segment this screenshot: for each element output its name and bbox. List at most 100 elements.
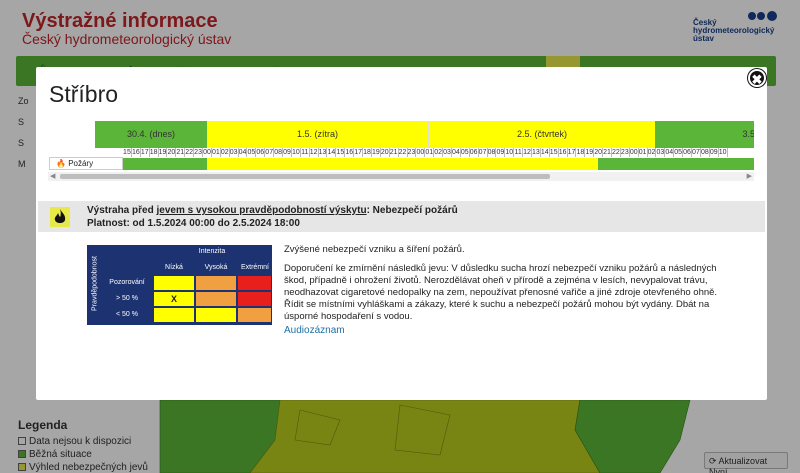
warning-title: Výstraha před jevem s vysokou pravděpodo… [87, 205, 458, 216]
hour-label: 09 [709, 148, 719, 157]
warning-validity: Platnost: od 1.5.2024 00:00 do 2.5.2024 … [87, 218, 300, 229]
hour-label: 08 [700, 148, 710, 157]
hour-label: 10 [291, 148, 301, 157]
scrollbar-thumb[interactable] [60, 174, 550, 179]
warning-type-link[interactable]: jevem s vysokou pravděpodobností výskytu [156, 205, 366, 216]
hour-label: 22 [185, 148, 195, 157]
matrix-mark: X [153, 291, 195, 307]
modal-title: Stříbro [49, 81, 119, 107]
hour-label: 10 [505, 148, 515, 157]
hour-label: 12 [309, 148, 319, 157]
hour-label: 01 [211, 148, 221, 157]
hour-label: 21 [176, 148, 186, 157]
fire-icon: 🔥 [56, 159, 69, 168]
hour-label: 12 [523, 148, 532, 157]
hour-label: 03 [443, 148, 452, 157]
hour-label: 06 [469, 148, 479, 157]
hour-label: 16 [345, 148, 355, 157]
matrix-row-label: < 50 % [116, 311, 138, 318]
hour-label: 17 [567, 148, 577, 157]
scroll-left-icon[interactable]: ◀ [50, 172, 55, 180]
hour-label: 09 [496, 148, 506, 157]
matrix-row-label: Pozorování [109, 279, 145, 286]
hour-label: 20 [594, 148, 604, 157]
hour-label: 17 [354, 148, 364, 157]
day-header: 30.4. (dnes) [95, 121, 207, 148]
hour-label: 05 [247, 148, 257, 157]
fire-icon [50, 207, 70, 227]
hour-label: 03 [656, 148, 666, 157]
warning-description: Zvýšené nebezpečí vzniku a šíření požárů… [284, 244, 724, 330]
matrix-vertical-label: Pravděpodobnost [91, 256, 99, 311]
hour-label: 02 [220, 148, 230, 157]
hour-label: 18 [149, 148, 159, 157]
hour-label: 19 [585, 148, 595, 157]
hour-label: 15 [336, 148, 346, 157]
hour-label: 18 [363, 148, 372, 157]
hour-label: 19 [371, 148, 381, 157]
hour-label: 20 [380, 148, 390, 157]
hour-label: 23 [620, 148, 630, 157]
scroll-right-icon[interactable]: ▶ [747, 172, 752, 180]
hour-label: 00 [203, 148, 212, 157]
hour-label: 09 [283, 148, 292, 157]
hour-label: 13 [532, 148, 541, 157]
timeline-days: 30.4. (dnes) 1.5. (zítra) 2.5. (čtvrtek)… [48, 121, 754, 148]
bar-warning [207, 158, 598, 170]
fire-row-bars [123, 158, 754, 170]
hour-label: 23 [194, 148, 204, 157]
hour-label: 15 [123, 148, 132, 157]
hour-label: 08 [487, 148, 497, 157]
hour-label: 17 [140, 148, 150, 157]
hour-label: 21 [389, 148, 399, 157]
hour-label: 08 [274, 148, 284, 157]
hour-label: 00 [629, 148, 639, 157]
hour-label: 22 [612, 148, 621, 157]
matrix-col-label: Extrémní [240, 264, 269, 271]
matrix-header: Intenzita [198, 248, 226, 255]
hour-label: 14 [540, 148, 550, 157]
audio-link[interactable]: Audiozáznam [284, 325, 345, 336]
timeline-scrollbar[interactable]: ◀ ▶ [48, 172, 754, 181]
hour-label: 07 [478, 148, 488, 157]
hour-label: 01 [425, 148, 435, 157]
day-header: 2.5. (čtvrtek) [429, 121, 655, 148]
hour-label: 11 [514, 148, 524, 157]
hour-label: 02 [434, 148, 444, 157]
day-header: 3.5 [655, 121, 754, 148]
hour-label: 03 [229, 148, 239, 157]
hour-label: 04 [665, 148, 675, 157]
bar-normal [598, 158, 754, 170]
timeline-hours: 1516171819202122230001020304050607080910… [123, 148, 728, 157]
hour-label: 19 [158, 148, 168, 157]
hour-label: 22 [398, 148, 408, 157]
hour-label: 13 [318, 148, 328, 157]
description-text: Doporučení ke zmírnění následků jevu: V … [284, 263, 718, 322]
hour-label: 04 [238, 148, 248, 157]
probability-intensity-matrix: Pravděpodobnost Intenzita Nízká Vysoká E… [87, 245, 272, 325]
description-heading: Zvýšené nebezpečí vzniku a šíření požárů… [284, 244, 465, 255]
hour-label: 11 [301, 148, 310, 157]
matrix-col-label: Vysoká [204, 264, 228, 271]
day-header: 1.5. (zítra) [207, 121, 429, 148]
hour-label: 01 [638, 148, 648, 157]
warning-summary: Výstraha před jevem s vysokou pravděpodo… [38, 201, 765, 232]
hour-label: 10 [718, 148, 728, 157]
hour-label: 05 [674, 148, 684, 157]
hour-label: 06 [256, 148, 266, 157]
hour-label: 16 [558, 148, 568, 157]
hour-label: 16 [131, 148, 141, 157]
hour-label: 23 [407, 148, 417, 157]
hour-label: 04 [452, 148, 461, 157]
matrix-col-label: Nízká [165, 264, 183, 271]
close-button[interactable]: ✖ [748, 69, 766, 87]
hour-label: 21 [603, 148, 612, 157]
bar-normal [123, 158, 207, 170]
hour-label: 02 [647, 148, 657, 157]
hour-label: 20 [167, 148, 177, 157]
hour-label: 06 [683, 148, 692, 157]
hour-label: 05 [460, 148, 470, 157]
hour-label: 00 [416, 148, 426, 157]
row-label-fires: 🔥 Požáry [49, 157, 123, 170]
hour-label: 14 [327, 148, 337, 157]
